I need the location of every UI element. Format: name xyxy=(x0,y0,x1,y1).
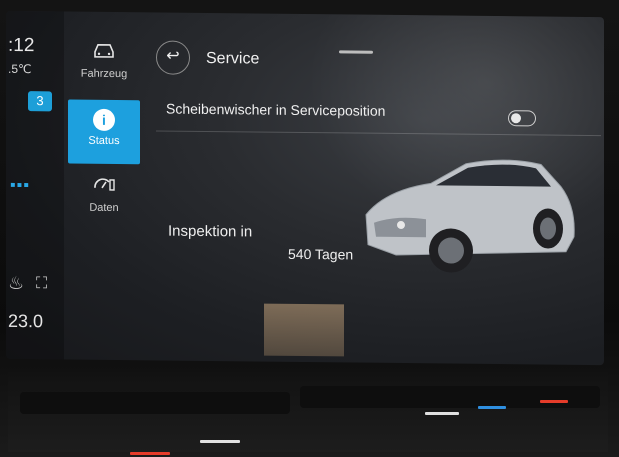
info-icon: i xyxy=(93,108,115,132)
level-indicator xyxy=(200,440,240,443)
outside-temperature: .5℃ xyxy=(8,61,32,77)
wiper-service-label: Scheibenwischer in Serviceposition xyxy=(166,100,386,119)
notification-badge[interactable]: 3 xyxy=(28,91,52,112)
side-navigation: Fahrzeug i Status Daten xyxy=(68,42,148,214)
page-title: Service xyxy=(206,49,260,68)
vehicle-image xyxy=(365,159,575,273)
nav-item-daten[interactable]: Daten xyxy=(68,174,140,215)
heat-indicator-left xyxy=(130,452,170,455)
clock: :12 xyxy=(8,34,35,57)
nav-label: Fahrzeug xyxy=(80,67,128,81)
car-icon xyxy=(68,42,140,67)
climate-slider-right[interactable] xyxy=(300,386,600,408)
wiper-service-toggle[interactable] xyxy=(508,110,536,127)
nav-item-status[interactable]: i Status xyxy=(68,99,140,165)
climate-slider-left[interactable] xyxy=(20,392,290,414)
data-gauge-icon xyxy=(68,174,140,201)
seat-heat-right-icon[interactable]: ⛶ xyxy=(36,275,47,293)
nav-label: Daten xyxy=(89,201,119,215)
nav-item-fahrzeug[interactable]: Fahrzeug xyxy=(68,42,140,81)
seat-heat-icon[interactable]: ♨ xyxy=(8,273,24,294)
cool-indicator xyxy=(478,406,506,409)
nav-label: Status xyxy=(88,134,120,148)
pull-down-handle[interactable] xyxy=(339,50,373,54)
left-status-column: :12 .5℃ 3 ▪▪▪ ♨ ⛶ 23.0 xyxy=(6,10,64,360)
back-arrow-icon: ↩ xyxy=(166,47,180,65)
screen-reflection xyxy=(264,303,344,357)
inspection-label: Inspektion in xyxy=(168,222,253,241)
apps-grid-icon[interactable]: ▪▪▪ xyxy=(10,177,30,195)
infotainment-screen: :12 .5℃ 3 ▪▪▪ ♨ ⛶ 23.0 Fahrzeug i Status… xyxy=(6,10,604,366)
level-indicator-right xyxy=(425,412,459,415)
cabin-temperature[interactable]: 23.0 xyxy=(8,311,43,332)
heat-indicator-right xyxy=(540,400,568,403)
inspection-value: 540 Tagen xyxy=(288,245,354,263)
back-button[interactable]: ↩ xyxy=(156,40,190,75)
wiper-service-row[interactable]: Scheibenwischer in Serviceposition xyxy=(156,92,601,137)
